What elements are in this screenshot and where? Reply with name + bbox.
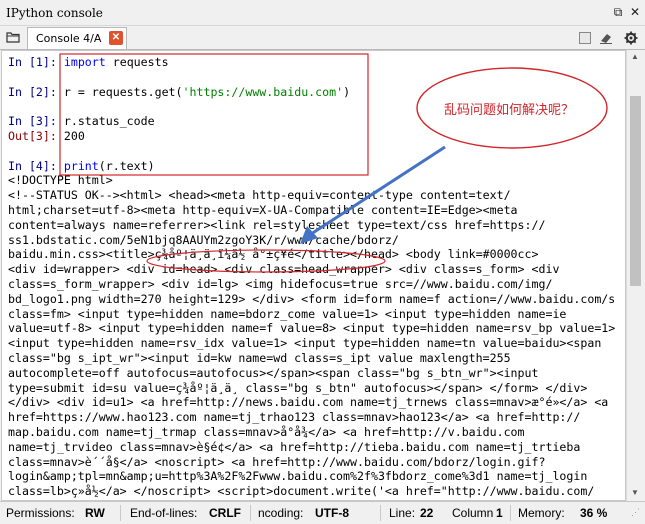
cell-2-url-string: 'https://www.baidu.com' (182, 84, 344, 99)
cell-4-code: (r.text) (98, 158, 155, 173)
console-text: In [1]: import requests In [2]: r = requ… (8, 55, 615, 499)
output-line: login&amp;tpl=mn&amp;u=http%3A%2F%2Fwww.… (8, 469, 588, 484)
column-value: 1 (496, 506, 503, 520)
eol-value: CRLF (209, 506, 241, 520)
cell-4-in-prompt: In [4]: (8, 158, 57, 173)
tab-console-4a[interactable]: Console 4/A ✕ (27, 27, 127, 49)
tab-label: Console 4/A (36, 32, 102, 45)
scrollbar-thumb[interactable] (630, 96, 641, 286)
output-line: class=mnav>è´´å§</a> <noscript> <a href=… (8, 454, 546, 469)
eol-label: End-of-lines: (130, 506, 198, 520)
vertical-scrollbar[interactable]: ▲ ▼ (626, 50, 644, 501)
pane-title: IPython console (6, 6, 103, 20)
console-tabbar: Console 4/A ✕ (0, 26, 645, 50)
cell-2-code-pre: r = requests.get( (63, 84, 183, 99)
line-value: 22 (420, 506, 434, 520)
line-label: Line: (389, 506, 416, 520)
gear-icon[interactable] (624, 31, 638, 45)
statusbar: Permissions: RW End-of-lines: CRLF ncodi… (0, 501, 645, 524)
cell-4-keyword: print (63, 158, 99, 173)
cell-1-code: requests (105, 55, 169, 69)
output-line: </div> <div id=u1> <a href=http://news.b… (8, 395, 609, 410)
cell-3-code: r.status_code (63, 114, 155, 129)
cell-2-in-prompt: In [2]: (8, 84, 57, 99)
cell-3-out-value: 200 (63, 128, 85, 143)
pane-titlebar: IPython console ⧉ ✕ (0, 0, 645, 26)
output-line: class="bg s_ipt_wr"><input id=kw name=wd… (8, 350, 511, 365)
cell-1-in-prompt: In [1]: (8, 55, 57, 69)
close-tab-icon[interactable]: ✕ (109, 31, 123, 45)
callout-question: 乱码问题如何解决呢？ (444, 103, 575, 118)
output-line: class=s_form_wrapper> <div id=lg> <img h… (8, 276, 553, 291)
memory-label: Memory: (518, 506, 565, 520)
status-divider (120, 505, 121, 521)
output-line: class=lb>ç»å½</a> </noscript> <script>do… (8, 484, 595, 499)
scroll-up-icon[interactable]: ▲ (631, 52, 639, 61)
stop-kernel-icon[interactable] (579, 32, 591, 44)
close-pane-icon[interactable]: ✕ (627, 4, 643, 20)
permissions-value: RW (85, 506, 105, 520)
scroll-down-icon[interactable]: ▼ (631, 488, 639, 497)
output-line: html;charset=utf-8><meta http-equiv=X-UA… (8, 202, 518, 217)
cell-2-code-post: ) (343, 84, 351, 99)
undock-icon[interactable]: ⧉ (610, 4, 626, 20)
cell-3-in-prompt: In [3]: (8, 114, 57, 129)
output-line: map.baidu.com name=tj_trmap class=mnav>å… (8, 424, 525, 439)
output-line: <div id=wrapper> <div id=head> <div clas… (8, 262, 560, 277)
column-label: Column (452, 506, 494, 520)
output-line: class=fm> <input type=hidden name=bdorz_… (8, 306, 567, 321)
encoding-value: UTF-8 (315, 506, 349, 520)
output-line: <!--STATUS OK--><html> <head><meta http-… (8, 188, 511, 203)
browse-tabs-icon[interactable] (6, 31, 20, 43)
output-line: type=submit id=su value=ç¾åº¦ä¸ä¸ class=… (8, 380, 588, 395)
output-line: <!DOCTYPE html> (8, 173, 113, 188)
output-line: baidu.min.css><title>ç¾åº¦ä¸ä¸ï¼ä½ å°±ç¥… (8, 247, 539, 262)
resize-grip-icon[interactable]: ⋰ (631, 507, 640, 518)
status-divider (380, 505, 381, 521)
output-line: ss1.bdstatic.com/5eN1bjq8AAUYm2zgoY3K/r/… (8, 232, 399, 247)
output-line: autocomplete=off autofocus=autofocus></s… (8, 365, 539, 380)
output-line: href=https://www.hao123.com name=tj_trha… (8, 410, 581, 425)
encoding-label: ncoding: (258, 506, 304, 520)
cell-1-keyword: import (63, 55, 106, 69)
output-line: content=always name=referrer><link rel=s… (8, 217, 546, 232)
cell-3-out-prompt: Out[3]: (8, 128, 57, 143)
memory-value: 36 % (580, 506, 608, 520)
clear-console-icon[interactable] (599, 31, 613, 45)
output-line: bd_logo1.png width=270 height=129> </div… (8, 291, 616, 306)
output-line: <input type=hidden name=rsv_idx value=1>… (8, 336, 602, 351)
status-divider (250, 505, 251, 521)
output-line: value=utf-8> <input type=hidden name=f v… (8, 321, 616, 336)
output-line: name=tj_trvideo class=mnav>è§é¢</a> <a h… (8, 439, 581, 454)
permissions-label: Permissions: (6, 506, 75, 520)
status-divider (510, 505, 511, 521)
